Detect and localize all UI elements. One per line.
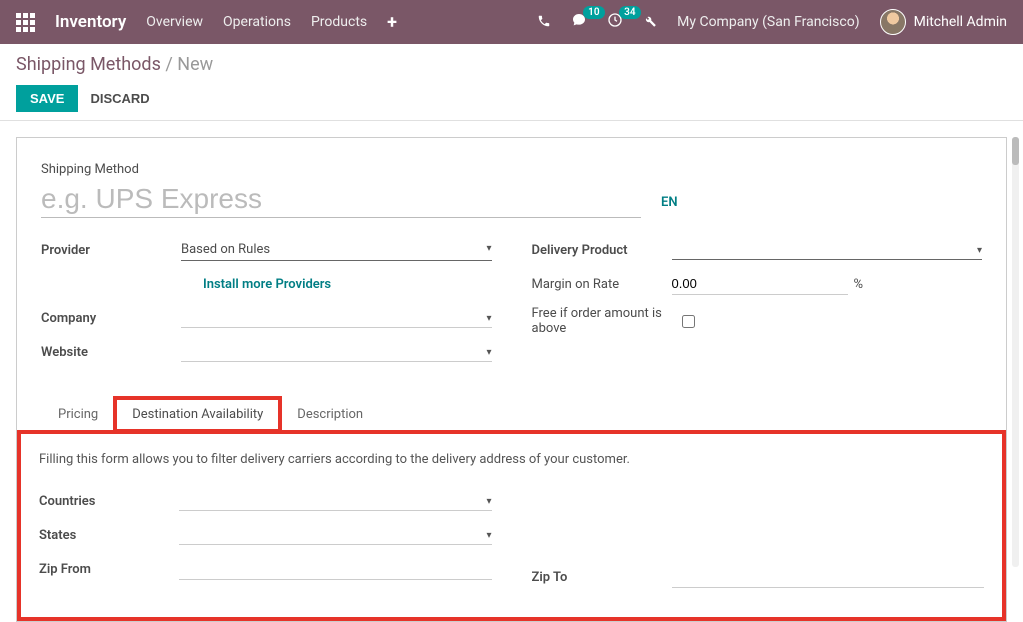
menu-products[interactable]: Products xyxy=(311,14,367,30)
delivery-product-label: Delivery Product xyxy=(532,243,672,258)
tools-icon[interactable] xyxy=(643,13,657,32)
navbar-right: 10 34 My Company (San Francisco) Mitchel… xyxy=(537,9,1007,35)
states-select[interactable]: ▾ xyxy=(179,526,492,545)
action-buttons: SAVE DISCARD xyxy=(16,85,1007,112)
scrollbar-thumb[interactable] xyxy=(1012,137,1019,165)
phone-icon[interactable] xyxy=(537,13,551,32)
plus-icon[interactable]: + xyxy=(387,12,397,33)
zip-to-label: Zip To xyxy=(532,570,672,585)
activities-icon[interactable]: 34 xyxy=(607,12,623,32)
free-amount-checkbox[interactable] xyxy=(682,315,695,328)
countries-label: Countries xyxy=(39,494,179,509)
shipping-method-label: Shipping Method xyxy=(41,162,641,177)
activities-badge: 34 xyxy=(619,6,640,19)
company-label: Company xyxy=(41,311,181,326)
menu-operations[interactable]: Operations xyxy=(223,14,291,30)
zip-to-input[interactable] xyxy=(672,566,985,588)
install-providers-link[interactable]: Install more Providers xyxy=(203,277,331,292)
tab-pricing[interactable]: Pricing xyxy=(41,398,115,430)
control-panel: Shipping Methods / New SAVE DISCARD xyxy=(0,44,1023,121)
messages-icon[interactable]: 10 xyxy=(571,12,587,32)
zip-from-label: Zip From xyxy=(39,562,179,577)
breadcrumb: Shipping Methods / New xyxy=(16,54,1007,75)
app-title[interactable]: Inventory xyxy=(55,12,126,32)
chevron-down-icon: ▾ xyxy=(486,496,491,507)
chevron-down-icon: ▾ xyxy=(486,243,491,254)
provider-select[interactable]: Based on Rules ▾ xyxy=(181,239,492,261)
provider-label: Provider xyxy=(41,243,181,258)
user-menu[interactable]: Mitchell Admin xyxy=(880,9,1007,35)
navbar-left: Inventory Overview Operations Products + xyxy=(16,12,397,33)
chevron-down-icon: ▾ xyxy=(486,347,491,358)
free-amount-label: Free if order amount is above xyxy=(532,306,682,336)
percent-unit: % xyxy=(854,277,864,292)
states-label: States xyxy=(39,528,179,543)
delivery-product-select[interactable]: ▾ xyxy=(672,241,983,260)
destination-help-text: Filling this form allows you to filter d… xyxy=(39,452,984,467)
company-selector[interactable]: My Company (San Francisco) xyxy=(677,14,859,30)
breadcrumb-parent[interactable]: Shipping Methods xyxy=(16,54,161,75)
language-button[interactable]: EN xyxy=(661,195,678,210)
avatar xyxy=(880,9,906,35)
zip-from-input[interactable] xyxy=(179,558,492,580)
top-navbar: Inventory Overview Operations Products +… xyxy=(0,0,1023,44)
scrollbar-track[interactable] xyxy=(1012,137,1019,567)
discard-button[interactable]: DISCARD xyxy=(90,91,149,106)
save-button[interactable]: SAVE xyxy=(16,85,78,112)
company-select[interactable]: ▾ xyxy=(181,309,492,328)
chevron-down-icon: ▾ xyxy=(486,313,491,324)
breadcrumb-current: New xyxy=(177,54,213,75)
form-wrap: Shipping Method EN Provider Based on Rul… xyxy=(0,121,1023,622)
destination-tab-pane: Filling this form allows you to filter d… xyxy=(17,430,1006,621)
apps-icon[interactable] xyxy=(16,13,35,32)
margin-label: Margin on Rate xyxy=(532,277,672,292)
website-select[interactable]: ▾ xyxy=(181,343,492,362)
messages-badge: 10 xyxy=(583,6,604,19)
menu-overview[interactable]: Overview xyxy=(146,14,203,30)
chevron-down-icon: ▾ xyxy=(977,245,982,256)
countries-select[interactable]: ▾ xyxy=(179,492,492,511)
shipping-method-input[interactable] xyxy=(41,181,641,218)
margin-input[interactable] xyxy=(672,273,848,295)
chevron-down-icon: ▾ xyxy=(486,530,491,541)
website-label: Website xyxy=(41,345,181,360)
tab-description[interactable]: Description xyxy=(280,398,380,430)
form-sheet: Shipping Method EN Provider Based on Rul… xyxy=(16,137,1007,622)
tab-bar: Pricing Destination Availability Descrip… xyxy=(41,398,982,431)
tab-destination-availability[interactable]: Destination Availability xyxy=(115,398,280,431)
username: Mitchell Admin xyxy=(914,14,1007,30)
